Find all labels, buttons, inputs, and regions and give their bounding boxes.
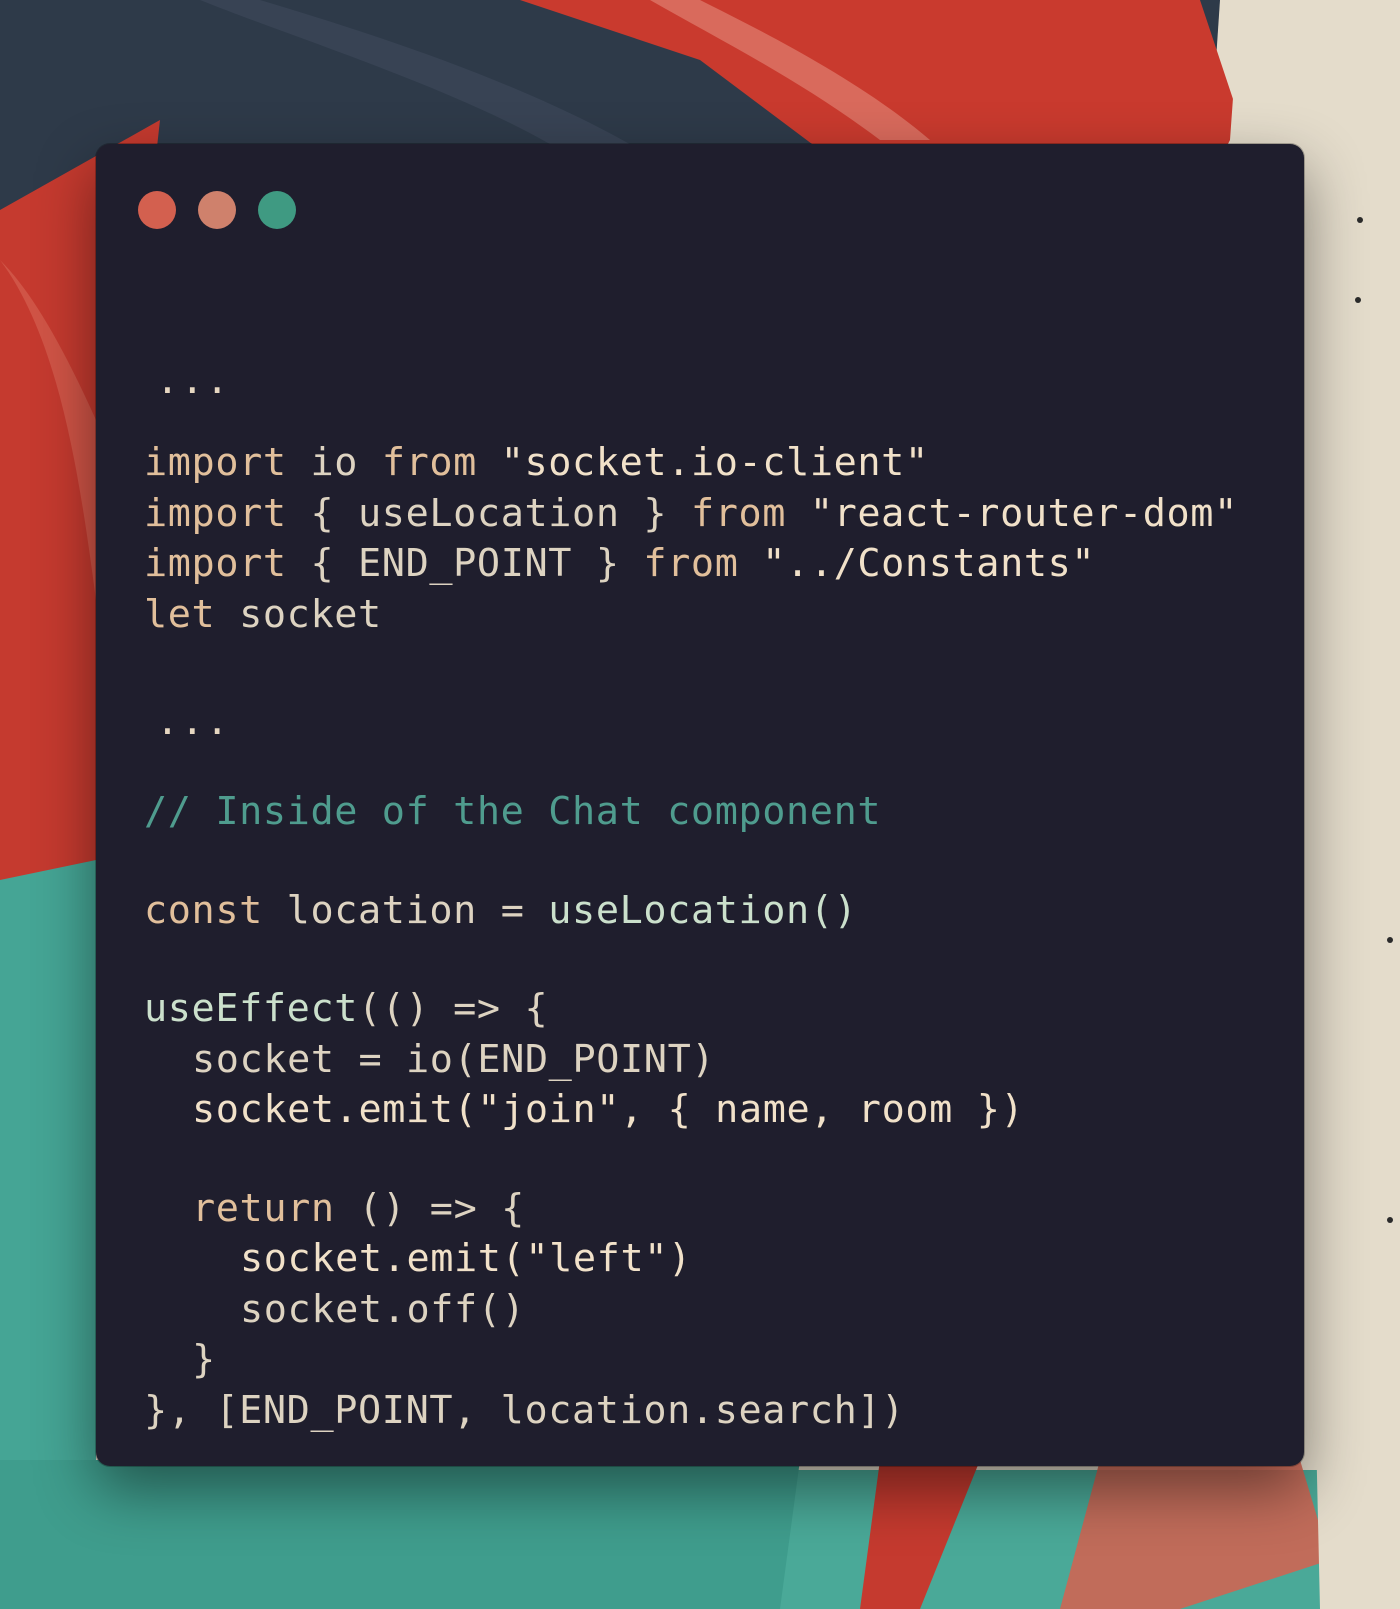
statement: socket.emit("join", { name, room }) <box>192 1087 1025 1132</box>
code-line-1: import io from "socket.io-client" <box>144 438 1238 489</box>
statement: }, [END_POINT, location.search]) <box>144 1387 905 1433</box>
const-line: const location = useLocation() <box>144 886 1238 937</box>
code-line-2: import { useLocation } from "react-route… <box>144 489 1238 540</box>
function-call: useEffect <box>144 986 359 1031</box>
statement: socket = io(END_POINT) <box>192 1036 716 1082</box>
close-dot[interactable] <box>138 191 176 229</box>
statement: socket.off() <box>240 1286 526 1332</box>
identifier: location = <box>262 887 549 933</box>
keyword: import <box>144 440 287 485</box>
identifier: socket <box>215 591 382 637</box>
keyword: let <box>144 591 216 637</box>
keyword: return <box>192 1185 335 1231</box>
brace: } <box>192 1337 216 1382</box>
maximize-dot[interactable] <box>258 191 296 229</box>
keyword: const <box>144 887 263 933</box>
function-call: useLocation() <box>548 887 858 933</box>
identifier: (() => { <box>358 986 549 1031</box>
string: "react-router-dom" <box>786 490 1238 536</box>
keyword: import <box>144 490 287 536</box>
keyword: import <box>144 541 287 586</box>
string: "socket.io-client" <box>476 440 929 485</box>
effect-close-line: }, [END_POINT, location.search]) <box>144 1386 1238 1437</box>
keyword: from <box>690 490 787 536</box>
keyword: from <box>381 440 477 485</box>
identifier: { useLocation } <box>286 490 691 536</box>
socket-left-line: socket.emit("left") <box>144 1234 1238 1285</box>
socket-off-line: socket.off() <box>144 1285 1238 1336</box>
identifier: () => { <box>334 1185 525 1231</box>
keyword: from <box>643 541 739 586</box>
ellipsis-middle: ... <box>156 699 231 743</box>
effect-open-line: useEffect(() => { <box>144 984 1238 1035</box>
string: "../Constants" <box>738 541 1096 586</box>
socket-assign-line: socket = io(END_POINT) <box>144 1035 1238 1086</box>
code-block: ... import io from "socket.io-client" im… <box>144 358 1238 1437</box>
comment: // Inside of the Chat component <box>144 789 882 834</box>
socket-join-line: socket.emit("join", { name, room }) <box>144 1085 1238 1136</box>
inner-close-line: } <box>144 1335 1238 1386</box>
identifier: io <box>286 440 382 485</box>
comment-line: // Inside of the Chat component <box>144 787 1238 838</box>
ellipsis-top: ... <box>156 358 231 402</box>
minimize-dot[interactable] <box>198 191 236 229</box>
window-controls <box>138 191 296 229</box>
return-line: return () => { <box>144 1184 1238 1235</box>
statement: socket.emit("left") <box>240 1236 692 1281</box>
code-window: ... import io from "socket.io-client" im… <box>96 144 1304 1466</box>
code-line-3: import { END_POINT } from "../Constants" <box>144 539 1238 590</box>
identifier: { END_POINT } <box>286 541 644 586</box>
code-line-4: let socket <box>144 590 1238 641</box>
